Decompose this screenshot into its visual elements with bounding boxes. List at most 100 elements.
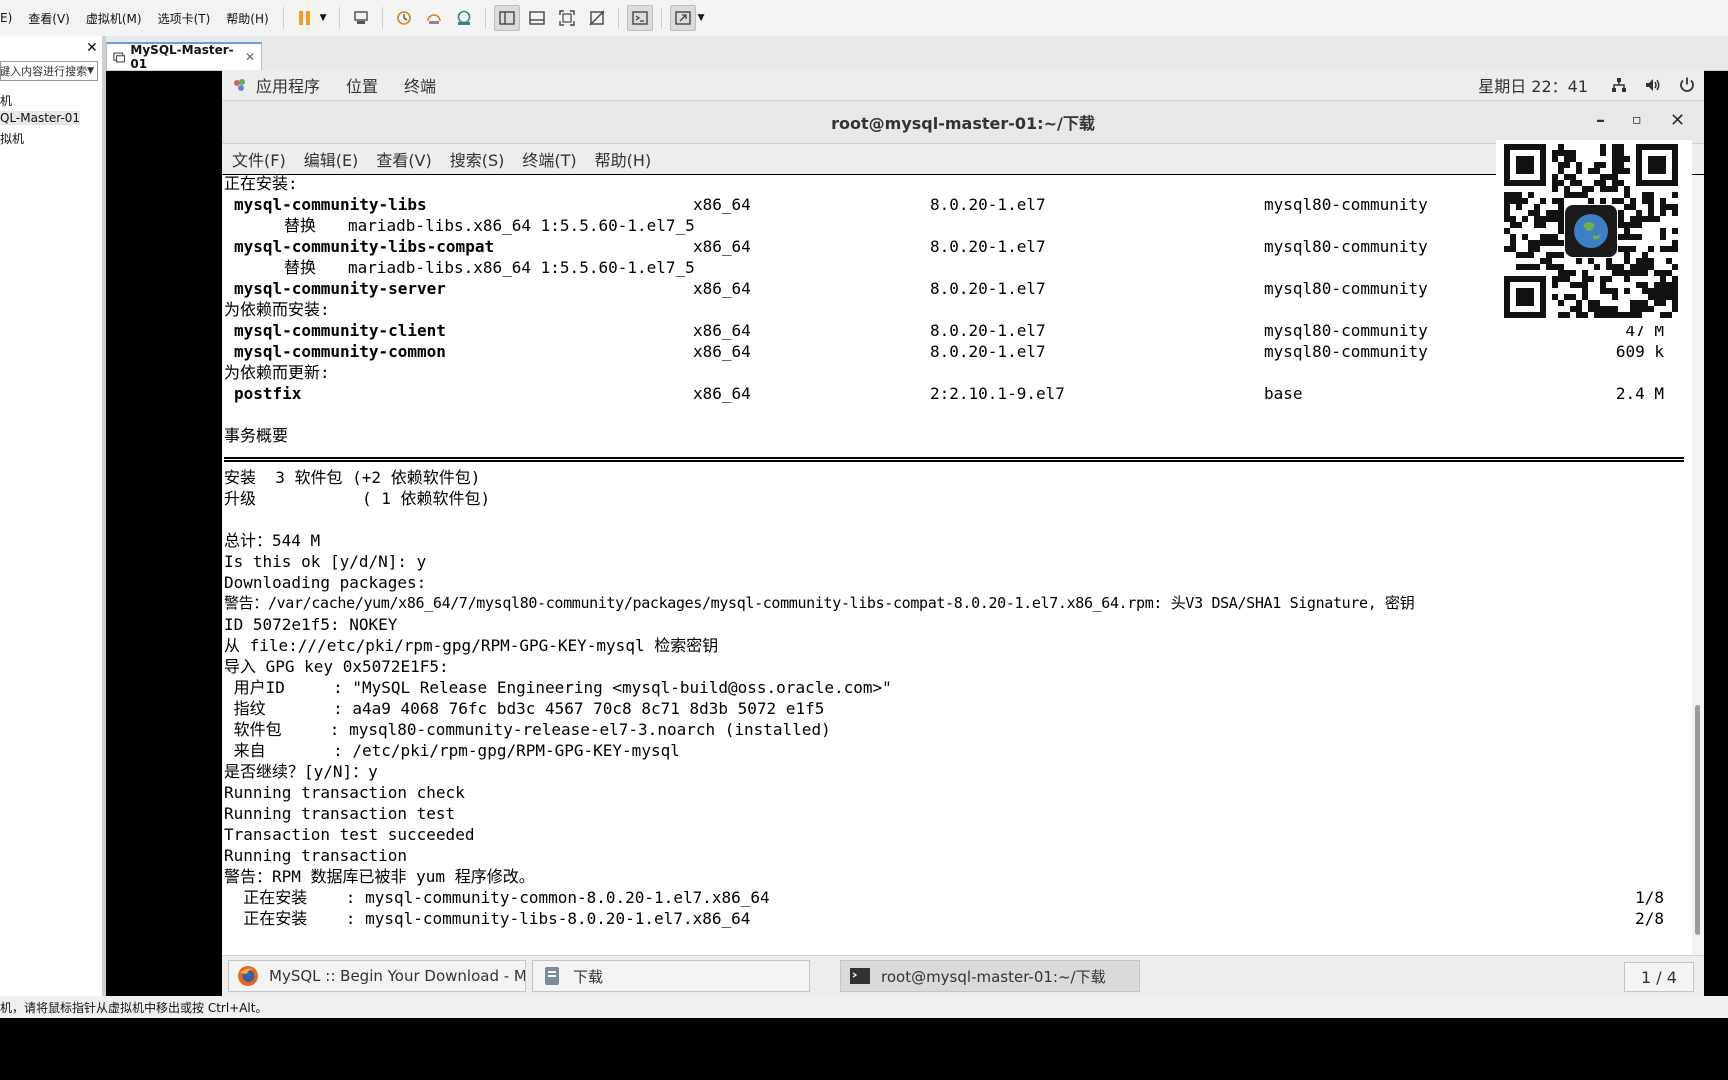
pkg-version: 8.0.20-1.el7 — [930, 342, 1046, 361]
install-progress-count: 2/8 — [1635, 909, 1664, 928]
close-icon[interactable]: ✕ — [86, 40, 98, 56]
pkg-arch: x86_64 — [693, 237, 751, 256]
vmware-status-bar: 机，请将鼠标指针从虚拟机中移出或按 Ctrl+Alt。 — [0, 996, 1728, 1018]
menu-terminal[interactable]: 终端(T) — [522, 147, 576, 171]
power-icon[interactable] — [1678, 76, 1696, 94]
terminal-line: 软件包 : mysql80-community-release-el7-3.no… — [224, 720, 831, 739]
install-progress-line: 正在安装 : mysql-community-common-8.0.20-1.e… — [224, 888, 770, 907]
replace-label: 替换 — [284, 216, 317, 235]
workspace-pager[interactable]: 1 / 4 — [1624, 962, 1694, 992]
terminal-line: Transaction test succeeded — [224, 825, 475, 844]
menu-edit[interactable]: E) — [0, 11, 20, 25]
menu-vm[interactable]: 虚拟机(M) — [78, 10, 150, 27]
gnome-top-bar: 应用程序 位置 终端 星期日 22：41 — [222, 70, 1704, 101]
pkg-version: 8.0.20-1.el7 — [930, 195, 1046, 214]
network-icon[interactable] — [1610, 76, 1628, 94]
separator — [381, 7, 383, 29]
menu-help[interactable]: 帮助(H) — [218, 10, 276, 27]
install-progress-count: 1/8 — [1635, 888, 1664, 907]
terminal-titlebar: root@mysql-master-01:~/下载 – ▫ ✕ — [222, 101, 1704, 144]
pkg-name: mysql-community-libs-compat — [234, 237, 495, 256]
separator — [617, 7, 619, 29]
clock[interactable]: 星期日 22：41 — [1478, 73, 1588, 97]
terminal-app-menu[interactable]: 终端 — [404, 73, 436, 97]
terminal-line: Running transaction — [224, 846, 408, 865]
pkg-repo: mysql80-community — [1264, 237, 1428, 256]
fullscreen-icon[interactable] — [554, 5, 580, 31]
task-files[interactable]: 下载 — [532, 960, 810, 992]
task-terminal[interactable]: root@mysql-master-01:~/下载 — [840, 960, 1140, 992]
menu-tabs[interactable]: 选项卡(T) — [150, 10, 219, 27]
pause-icon[interactable] — [292, 5, 318, 31]
firefox-icon — [238, 966, 258, 986]
pkg-repo: mysql80-community — [1264, 195, 1428, 214]
minimize-icon[interactable]: – — [1596, 110, 1605, 131]
menu-view[interactable]: 查看(V) — [20, 10, 78, 27]
tab-label: MySQL-Master-01 — [130, 43, 234, 71]
terminal-scrollbar[interactable] — [1692, 175, 1704, 955]
separator — [660, 7, 662, 29]
terminal-output[interactable]: 正在安装: mysql-community-libs x86_64 8.0.20… — [222, 175, 1692, 955]
chevron-down-icon[interactable]: ▼ — [87, 66, 94, 76]
task-label: MySQL :: Begin Your Download - M… — [269, 967, 526, 985]
terminal-line: 安装 3 软件包 (+2 依赖软件包) — [224, 468, 481, 487]
applications-menu[interactable]: 应用程序 — [256, 73, 320, 97]
library-item-mysql-master[interactable]: QL-Master-01 — [0, 111, 80, 125]
task-label: 下载 — [573, 967, 604, 986]
close-icon[interactable]: ✕ — [1670, 110, 1685, 131]
task-firefox[interactable]: MySQL :: Begin Your Download - M… — [228, 960, 526, 992]
vm-tab-strip: MySQL-Master-01 ✕ — [106, 36, 1728, 71]
pkg-repo: mysql80-community — [1264, 342, 1428, 361]
separator — [338, 7, 340, 29]
terminal-line: Running transaction test — [224, 804, 456, 823]
revert-snapshot-icon[interactable] — [421, 5, 447, 31]
tab-mysql-master-01[interactable]: MySQL-Master-01 ✕ — [106, 42, 262, 71]
snapshot-manager-icon[interactable] — [451, 5, 477, 31]
pkg-size: 2.4 M — [1615, 384, 1664, 403]
thumbnail-bar-icon[interactable] — [524, 5, 550, 31]
pkg-name: mysql-community-common — [234, 342, 446, 361]
library-item-my-computer[interactable]: 机 — [0, 92, 12, 109]
terminal-line: Running transaction check — [224, 783, 465, 802]
library-search-input[interactable]: 在此处键入内容进行搜索 ▼ — [0, 61, 98, 81]
maximize-icon[interactable]: ▫ — [1632, 112, 1642, 128]
unity-icon[interactable] — [584, 5, 610, 31]
qr-code-overlay — [1496, 140, 1692, 326]
pkg-name: postfix — [234, 384, 302, 403]
send-ctrl-alt-del-icon[interactable] — [348, 5, 374, 31]
close-icon[interactable]: ✕ — [245, 50, 255, 64]
snapshot-icon[interactable] — [391, 5, 417, 31]
stretch-guest-icon[interactable] — [669, 5, 696, 31]
terminal-line: 升级 ( 1 依赖软件包) — [224, 489, 491, 508]
pkg-version: 2:2.10.1-9.el7 — [930, 384, 1065, 403]
terminal-line: 警告：/var/cache/yum/x86_64/7/mysql80-commu… — [224, 594, 1415, 612]
summary-title: 事务概要 — [224, 426, 289, 445]
terminal-line: 警告：RPM 数据库已被非 yum 程序修改。 — [224, 867, 535, 886]
pkg-arch: x86_64 — [693, 321, 751, 340]
menu-help[interactable]: 帮助(H) — [595, 147, 652, 171]
library-item-shared-vms[interactable]: 拟机 — [0, 130, 24, 147]
replaced-pkg: mariadb-libs.x86_64 1:5.5.60-1.el7_5 — [348, 258, 695, 277]
terminal-icon — [850, 968, 870, 984]
volume-icon[interactable] — [1644, 76, 1662, 94]
menu-view[interactable]: 查看(V) — [376, 147, 431, 171]
places-menu[interactable]: 位置 — [346, 73, 378, 97]
sidebar-toggle-icon[interactable] — [493, 5, 520, 31]
window-title: root@mysql-master-01:~/下载 — [831, 114, 1095, 133]
chevron-down-icon[interactable]: ▼ — [698, 13, 705, 23]
menu-file[interactable]: 文件(F) — [232, 147, 286, 171]
summary-divider — [224, 457, 1684, 462]
pkg-size: 609 k — [1615, 342, 1664, 361]
pkg-name: mysql-community-client — [234, 321, 446, 340]
gnome-window-list: MySQL :: Begin Your Download - M… 下载 roo… — [222, 955, 1704, 996]
scrollbar-thumb[interactable] — [1695, 705, 1700, 935]
menu-edit[interactable]: 编辑(E) — [304, 147, 359, 171]
chevron-down-icon[interactable]: ▼ — [320, 13, 327, 23]
menu-search[interactable]: 搜索(S) — [450, 147, 505, 171]
pkg-version: 8.0.20-1.el7 — [930, 279, 1046, 298]
console-view-icon[interactable] — [626, 5, 653, 31]
terminal-menubar: 文件(F) 编辑(E) 查看(V) 搜索(S) 终端(T) 帮助(H) — [222, 144, 1704, 174]
pkg-version: 8.0.20-1.el7 — [930, 237, 1046, 256]
terminal-line: 用户ID : "MySQL Release Engineering <mysql… — [224, 678, 892, 697]
vm-icon — [113, 52, 126, 62]
